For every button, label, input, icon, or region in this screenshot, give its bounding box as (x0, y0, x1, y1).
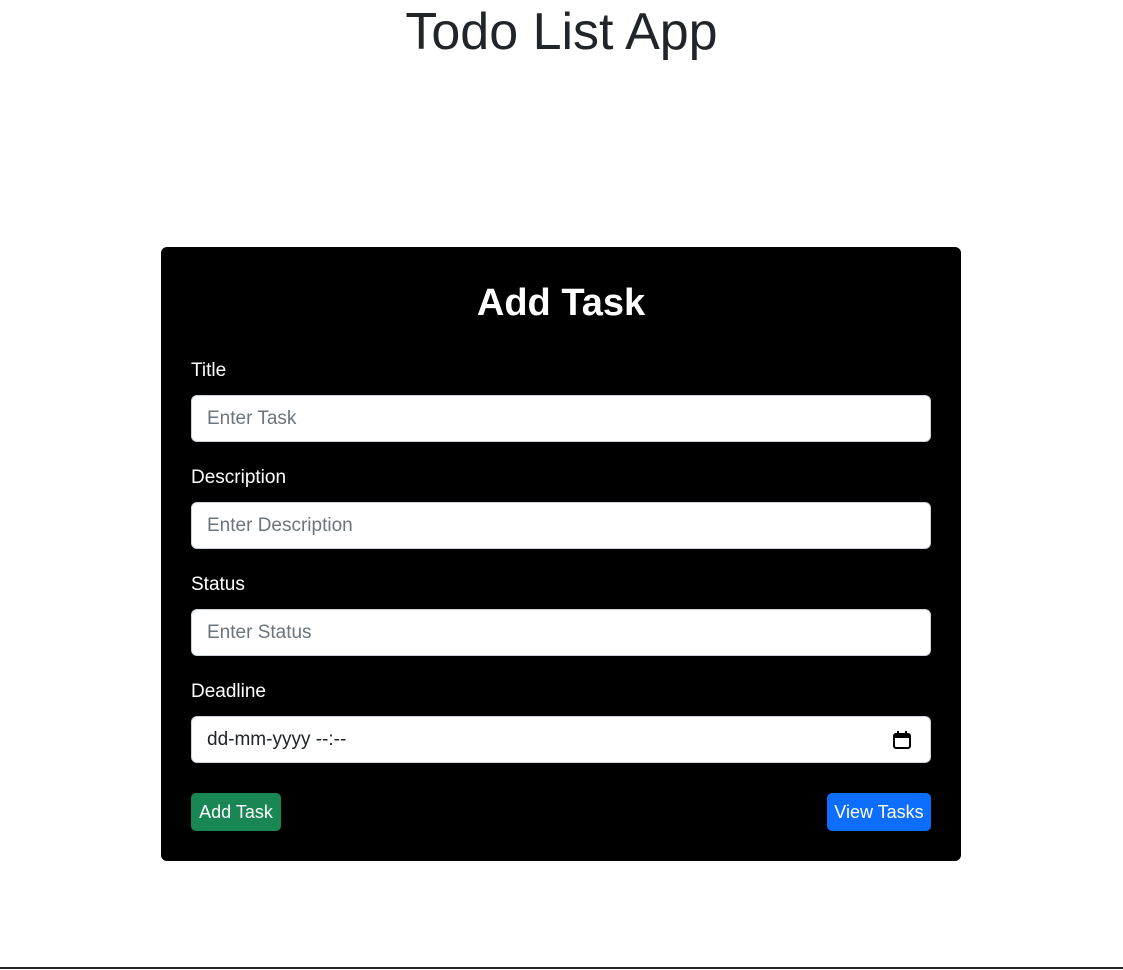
page-title: Todo List App (405, 3, 718, 61)
description-label: Description (191, 467, 287, 488)
bottom-divider (0, 967, 1123, 969)
deadline-value: dd-mm-yyyy --:-- (207, 729, 347, 750)
view-tasks-button[interactable]: View Tasks (827, 793, 931, 831)
status-input[interactable] (191, 609, 931, 656)
title-input[interactable] (191, 395, 931, 442)
calendar-icon[interactable] (892, 730, 912, 750)
form-heading: Add Task (476, 282, 646, 324)
status-label: Status (191, 574, 245, 595)
title-label: Title (191, 360, 227, 381)
add-task-button[interactable]: Add Task (191, 793, 281, 831)
deadline-label: Deadline (191, 681, 266, 702)
deadline-input[interactable]: dd-mm-yyyy --:-- (191, 716, 931, 763)
page: Todo List App Add Task Title Description… (0, 0, 1123, 970)
add-task-card (161, 247, 961, 861)
description-input[interactable] (191, 502, 931, 549)
